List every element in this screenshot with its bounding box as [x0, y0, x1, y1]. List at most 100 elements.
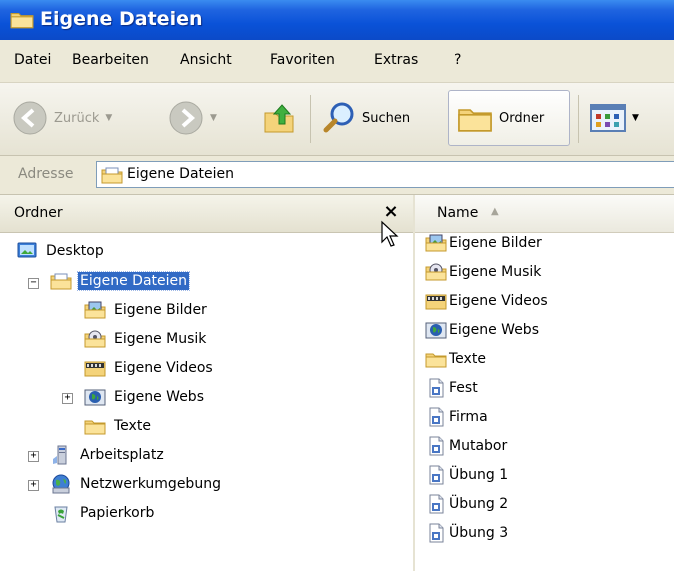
- tree-item-netzwerkumgebung[interactable]: Netzwerkumgebung: [50, 474, 223, 494]
- tree-item-arbeitsplatz[interactable]: Arbeitsplatz: [50, 445, 166, 465]
- list-item-label: Mutabor: [449, 438, 508, 454]
- list-item-label: Texte: [449, 351, 486, 367]
- tree-item-label: Arbeitsplatz: [80, 447, 164, 463]
- recycle-bin-icon: [50, 503, 72, 523]
- toolbar: Zurück ▼ ▼ Suchen Ordner ▼: [0, 83, 674, 156]
- folders-button[interactable]: Ordner: [448, 90, 570, 146]
- list-item[interactable]: Übung 3: [425, 523, 508, 543]
- document-icon: [425, 523, 447, 543]
- document-icon: [425, 436, 447, 456]
- column-name-label: Name: [437, 205, 479, 221]
- expand-icon[interactable]: +: [62, 393, 73, 404]
- menu-bearbeiten[interactable]: Bearbeiten: [72, 52, 149, 68]
- my-music-icon: [84, 329, 106, 349]
- menu-favoriten[interactable]: Favoriten: [270, 52, 335, 68]
- list-item[interactable]: Eigene Musik: [425, 262, 541, 282]
- up-folder-icon: [264, 104, 294, 133]
- list-item[interactable]: Firma: [425, 407, 488, 427]
- document-icon: [425, 407, 447, 427]
- list-item-label: Übung 2: [449, 496, 509, 512]
- tree-item-label: Eigene Dateien: [76, 271, 191, 291]
- menu-help[interactable]: ?: [454, 52, 461, 68]
- document-icon: [425, 465, 447, 485]
- tree-item-label: Papierkorb: [80, 505, 155, 521]
- list-item-label: Eigene Bilder: [449, 235, 542, 251]
- list-item[interactable]: Übung 2: [425, 494, 508, 514]
- address-field[interactable]: Eigene Dateien: [96, 161, 674, 188]
- tree-item-label: Eigene Webs: [114, 389, 204, 405]
- tree-item-label: Texte: [114, 418, 151, 434]
- sort-ascending-icon: ▲: [491, 206, 499, 217]
- menu-extras[interactable]: Extras: [374, 52, 418, 68]
- my-webs-icon: [425, 320, 447, 340]
- expand-icon[interactable]: +: [28, 451, 39, 462]
- back-button[interactable]: Zurück ▼: [12, 100, 112, 136]
- list-item[interactable]: Mutabor: [425, 436, 507, 456]
- document-icon: [425, 378, 447, 398]
- list-item-label: Firma: [449, 409, 488, 425]
- folder-icon: [84, 416, 106, 436]
- menu-datei[interactable]: Datei: [14, 52, 51, 68]
- list-item-label: Übung 1: [449, 467, 509, 483]
- tree-item-eigene-musik[interactable]: Eigene Musik: [84, 329, 208, 349]
- forward-arrow-icon: [169, 101, 203, 135]
- list-item-label: Fest: [449, 380, 478, 396]
- tree-item-eigene-videos[interactable]: Eigene Videos: [84, 358, 215, 378]
- dropdown-arrow-icon: ▼: [632, 113, 639, 123]
- dropdown-arrow-icon: ▼: [105, 113, 113, 123]
- menu-ansicht[interactable]: Ansicht: [180, 52, 232, 68]
- tree-item-label: Eigene Musik: [114, 331, 207, 347]
- list-item[interactable]: Eigene Webs: [425, 320, 539, 340]
- search-icon: [323, 102, 354, 133]
- tree-item-eigene-webs[interactable]: Eigene Webs: [84, 387, 206, 407]
- my-documents-icon: [101, 165, 123, 185]
- document-icon: [425, 494, 447, 514]
- list-item[interactable]: Eigene Videos: [425, 291, 548, 311]
- address-value: Eigene Dateien: [127, 166, 235, 182]
- address-bar: Adresse Eigene Dateien: [0, 156, 674, 195]
- folders-label: Ordner: [499, 110, 545, 126]
- list-item-label: Eigene Musik: [449, 264, 542, 280]
- tree-item-label: Desktop: [46, 243, 104, 259]
- tree-item-eigene-bilder[interactable]: Eigene Bilder: [84, 300, 209, 320]
- folders-pane-header: Ordner ×: [0, 195, 413, 233]
- tree-item-desktop[interactable]: Desktop: [16, 241, 106, 261]
- my-videos-icon: [84, 358, 106, 378]
- list-item[interactable]: Übung 1: [425, 465, 508, 485]
- tree-item-texte[interactable]: Texte: [84, 416, 153, 436]
- my-pictures-icon: [84, 300, 106, 320]
- list-item[interactable]: Fest: [425, 378, 478, 398]
- mouse-cursor-icon: [381, 220, 399, 247]
- expand-icon[interactable]: +: [28, 480, 39, 491]
- my-computer-icon: [50, 445, 72, 465]
- network-icon: [50, 474, 72, 494]
- dropdown-arrow-icon: ▼: [210, 113, 217, 123]
- folder-icon: [10, 8, 34, 30]
- column-header-name[interactable]: Name ▲: [415, 195, 674, 233]
- my-documents-icon: [50, 271, 72, 291]
- view-icon: [590, 104, 626, 132]
- title-bar[interactable]: Eigene Dateien: [0, 0, 674, 40]
- forward-button[interactable]: ▼: [168, 100, 217, 136]
- my-music-icon: [425, 262, 447, 282]
- my-webs-icon: [84, 387, 106, 407]
- back-arrow-icon: [13, 101, 47, 135]
- up-folder-button[interactable]: [262, 101, 296, 135]
- tree-item-label: Netzwerkumgebung: [80, 476, 221, 492]
- desktop-icon: [16, 241, 38, 261]
- address-label: Adresse: [18, 166, 74, 182]
- tree-item-papierkorb[interactable]: Papierkorb: [50, 503, 156, 523]
- my-videos-icon: [425, 291, 447, 311]
- my-pictures-icon: [425, 233, 447, 253]
- folder-icon: [457, 102, 493, 134]
- file-list: Name ▲ Eigene Bilder Eigene Musik Eigene…: [415, 195, 674, 571]
- views-button[interactable]: ▼: [590, 103, 639, 133]
- list-item-label: Eigene Videos: [449, 293, 548, 309]
- list-item[interactable]: Eigene Bilder: [425, 233, 542, 253]
- collapse-icon[interactable]: −: [28, 278, 39, 289]
- tree-item-label: Eigene Videos: [114, 360, 213, 376]
- search-button[interactable]: Suchen: [322, 101, 410, 135]
- tree-item-eigene-dateien[interactable]: Eigene Dateien: [50, 271, 191, 291]
- folders-pane-title: Ordner: [14, 205, 63, 221]
- list-item[interactable]: Texte: [425, 349, 486, 369]
